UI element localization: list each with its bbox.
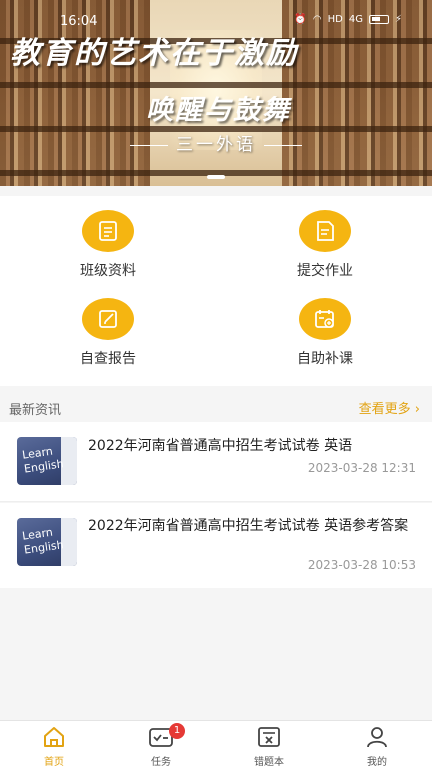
menu-item-self-check-report[interactable]: 自查报告	[48, 298, 168, 368]
banner-subtitle: 唤醒与鼓舞	[146, 95, 291, 126]
menu-label: 班级资料	[80, 263, 136, 279]
tab-label: 错题本	[254, 757, 284, 768]
divider-left	[130, 144, 168, 146]
carousel-indicator[interactable]	[207, 175, 225, 179]
tab-label: 首页	[44, 757, 64, 768]
view-more-label: 查看更多	[358, 402, 411, 417]
wifi-icon: ◠	[312, 14, 322, 25]
news-section-title: 最新资讯	[9, 403, 62, 418]
empty-area	[0, 588, 432, 720]
task-badge: 1	[169, 723, 185, 739]
charging-icon: ⚡	[394, 14, 402, 25]
signal-label: 4G	[348, 14, 363, 25]
home-icon	[44, 727, 64, 747]
banner-school-name: 三一外语	[176, 135, 256, 155]
tab-wrong-book[interactable]: 错题本	[229, 726, 309, 768]
status-icons: ⏰ ◠ HD 4G ⚡	[294, 14, 402, 25]
banner-title: 教育的艺术在于激励	[10, 36, 298, 71]
calendar-add-icon	[299, 298, 351, 340]
menu-item-self-makeup-class[interactable]: 自助补课	[265, 298, 385, 368]
wrong-book-icon	[258, 727, 280, 747]
quick-menu: 班级资料 提交作业 自查报告 自助补课	[0, 196, 432, 386]
status-time: 16:04	[60, 14, 98, 29]
news-item[interactable]: Learn English 2022年河南省普通高中招生考试试卷 英语 2023…	[0, 422, 432, 502]
tab-profile[interactable]: 我的	[337, 726, 417, 768]
tab-label: 我的	[367, 757, 387, 768]
menu-label: 自助补课	[297, 351, 353, 367]
battery-icon	[368, 15, 389, 24]
news-header: 最新资讯 查看更多 ›	[0, 392, 432, 422]
menu-label: 自查报告	[80, 351, 136, 367]
chevron-right-icon: ›	[414, 402, 420, 417]
banner-school: 三一外语	[0, 130, 432, 155]
menu-item-submit-homework[interactable]: 提交作业	[265, 210, 385, 280]
banner[interactable]: 16:04 ⏰ ◠ HD 4G ⚡ 教育的艺术在于激励 唤醒与鼓舞 三一外语	[0, 0, 432, 186]
menu-label: 提交作业	[297, 263, 353, 279]
edit-report-icon	[82, 298, 134, 340]
submit-file-icon	[299, 210, 351, 252]
news-date: 2023-03-28 10:53	[307, 558, 416, 572]
bottom-tab-bar: 首页 1 任务 错题本 我的	[0, 720, 432, 768]
menu-item-class-materials[interactable]: 班级资料	[48, 210, 168, 280]
network-label: HD	[327, 14, 343, 25]
tab-label: 任务	[151, 757, 171, 768]
profile-icon	[367, 727, 387, 748]
tab-home[interactable]: 首页	[14, 726, 94, 768]
news-title: 2022年河南省普通高中招生考试试卷 英语	[88, 438, 353, 454]
news-thumbnail: Learn English	[17, 518, 77, 566]
view-more-link[interactable]: 查看更多 ›	[359, 398, 420, 417]
alarm-icon: ⏰	[294, 14, 307, 25]
divider-right	[264, 144, 302, 146]
news-date: 2023-03-28 12:31	[307, 461, 416, 475]
tab-tasks[interactable]: 1 任务	[121, 723, 201, 768]
news-thumbnail: Learn English	[17, 437, 77, 485]
news-item[interactable]: Learn English 2022年河南省普通高中招生考试试卷 英语参考答案 …	[0, 503, 432, 588]
news-title: 2022年河南省普通高中招生考试试卷 英语参考答案	[88, 518, 409, 534]
document-icon	[82, 210, 134, 252]
